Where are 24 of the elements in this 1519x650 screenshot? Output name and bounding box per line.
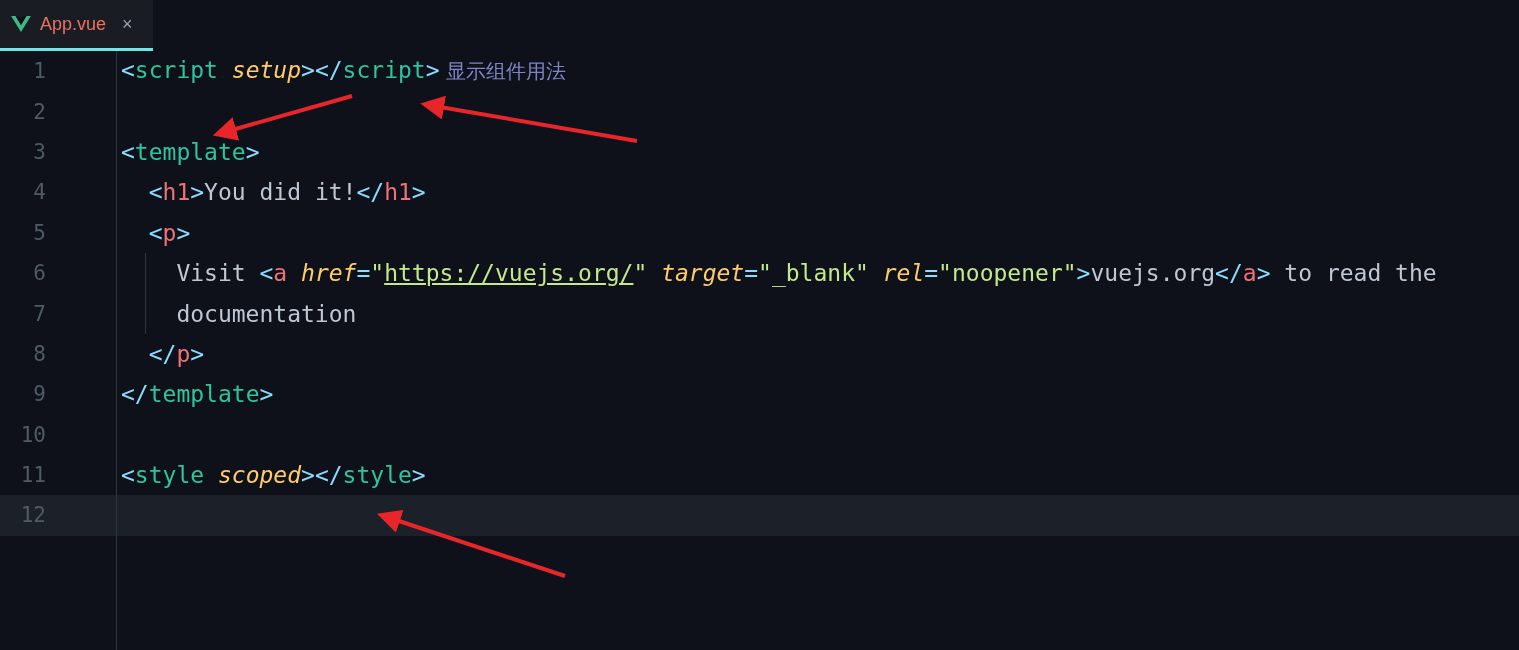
code-line: </p> [147,340,205,367]
line-number: 8 [32,341,46,366]
code-line: <script setup></script> 显示组件用法 [121,57,566,86]
line-number: 1 [32,59,46,84]
code-line: <style scoped></style> [121,462,426,489]
close-icon[interactable]: × [122,13,133,35]
line-number: 2 [32,99,46,124]
code-line: documentation [175,300,357,327]
code-line: <template> [121,138,260,165]
code-line: <p> [147,219,191,246]
line-number: 6 [32,261,46,286]
code-line: Visit <a href="https://vuejs.org/" target="_blank" rel="noopener">vuejs.org</a> to read the [175,260,1437,287]
line-number: 7 [32,301,46,326]
line-number: 11 [19,463,46,488]
file-tab[interactable]: App.vue × [0,0,153,51]
code-line: <h1>You did it!</h1> [147,179,426,206]
line-number: 9 [32,382,46,407]
line-number: 3 [32,139,46,164]
line-number: 12 [19,503,46,528]
code-line: </template> [121,381,274,408]
line-number: 10 [19,422,46,447]
line-number: 5 [32,220,46,245]
v-logo-icon [10,15,32,33]
line-number: 4 [32,180,46,205]
